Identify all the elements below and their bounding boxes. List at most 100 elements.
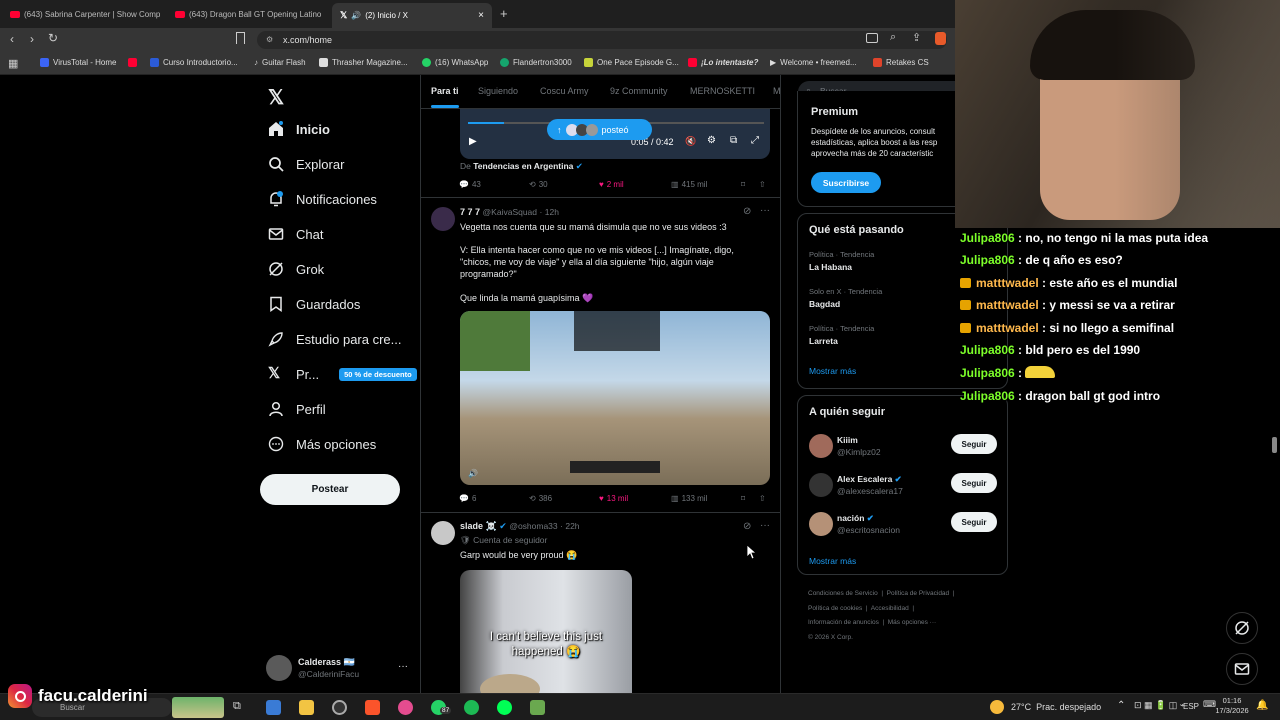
site-info-icon[interactable]: ⚙ <box>266 35 273 44</box>
nav-creator-studio[interactable]: Estudio para cre... <box>268 331 402 347</box>
file-explorer-icon[interactable] <box>299 700 314 715</box>
grok-icon[interactable]: ⊘ <box>743 521 751 532</box>
bookmark-thrasher[interactable]: Thrasher Magazine... <box>319 58 408 67</box>
bookmark-curso[interactable]: Curso Introductorio... <box>150 58 238 67</box>
trend-item[interactable]: Política · Tendencia La Habana <box>809 250 874 272</box>
author-handle[interactable]: @KaivaSquad <box>483 207 537 217</box>
more-dots-icon[interactable]: ··· <box>760 520 770 531</box>
avatar[interactable] <box>431 521 455 545</box>
tab-coscu-army[interactable]: Coscu Army <box>540 86 589 96</box>
play-icon[interactable]: ▶ <box>469 136 477 147</box>
reply-button[interactable]: 💬 43 <box>459 180 481 189</box>
tweet-video[interactable]: 🔊 <box>460 311 770 485</box>
reload-icon[interactable]: ↻ <box>48 31 58 45</box>
cast-icon[interactable] <box>866 33 878 43</box>
bookmark-page-icon[interactable] <box>236 32 245 44</box>
bookmark-retakes[interactable]: Retakes CS <box>873 58 929 67</box>
task-view-icon[interactable]: ⧉ <box>233 700 248 715</box>
like-button[interactable]: ♥ 13 mil <box>599 494 628 503</box>
source-link[interactable]: Tendencias en Argentina <box>473 161 573 171</box>
bookmark-freemed[interactable]: ▶ Welcome • freemed... <box>770 58 857 67</box>
volume-icon[interactable]: 🔊 <box>468 469 478 478</box>
tray-icons[interactable]: ⊡ ▦ 🔋 ◫ ⌁ <box>1134 700 1185 711</box>
tab-more[interactable]: M <box>773 86 781 96</box>
new-posts-pill[interactable]: ↑ posteó <box>547 119 652 140</box>
tab-for-you[interactable]: Para ti <box>431 86 459 108</box>
more-dots-icon[interactable]: ··· <box>760 205 770 216</box>
tab-mernosketti[interactable]: MERNOSKETTI <box>690 86 755 96</box>
nav-notifications[interactable]: Notificaciones <box>268 191 377 207</box>
app-icon[interactable] <box>398 700 413 715</box>
steam-icon[interactable] <box>332 700 347 715</box>
store-icon[interactable] <box>266 700 281 715</box>
repost-button[interactable]: ⟲ 386 <box>529 494 552 503</box>
nav-profile[interactable]: Perfil <box>268 401 326 417</box>
language-indicator[interactable]: ESP <box>1183 702 1199 711</box>
trend-item[interactable]: Solo en X · Tendencia Bagdad <box>809 287 882 309</box>
bookmark-flandertron[interactable]: Flandertron3000 <box>500 58 572 67</box>
footer-link[interactable]: Información de anuncios <box>808 619 879 626</box>
bookmark-lointentaste[interactable]: ¡Lo intentaste? <box>688 58 758 67</box>
more-dots-icon[interactable]: ··· <box>398 661 408 672</box>
share-icon[interactable]: ⇧ <box>759 180 766 189</box>
footer-link[interactable]: Condiciones de Servicio <box>808 590 878 597</box>
views-button[interactable]: ▥ 415 mil <box>671 180 707 189</box>
nav-premium[interactable]: 𝕏 Pr... 50 % de descuento <box>268 366 417 382</box>
mute-icon[interactable]: 🔇 <box>685 136 696 147</box>
tab-following[interactable]: Siguiendo <box>478 86 518 96</box>
tweet-time[interactable]: · 12h <box>540 207 559 217</box>
pip-icon[interactable]: ⧉ <box>730 135 737 146</box>
new-tab-icon[interactable]: + <box>500 6 508 21</box>
close-tab-icon[interactable]: × <box>478 10 484 21</box>
brave-shield-icon[interactable] <box>935 32 946 45</box>
bookmark-guitarflash[interactable]: ♪ Guitar Flash <box>254 58 306 67</box>
chevron-up-icon[interactable]: ⌃ <box>1117 700 1125 711</box>
fullscreen-icon[interactable]: ⤢ <box>751 135 759 146</box>
show-more-link[interactable]: Mostrar más <box>809 366 856 376</box>
bookmark-icon[interactable]: ⌑ <box>741 494 745 503</box>
tab-dragonball[interactable]: (643) Dragon Ball GT Opening Latino <box>167 3 332 25</box>
views-button[interactable]: ▥ 133 mil <box>671 494 707 503</box>
back-icon[interactable]: ‹ <box>10 32 14 46</box>
footer-link[interactable]: Accesibilidad <box>871 605 909 612</box>
author-name[interactable]: 7 7 7 <box>460 207 480 217</box>
brave-icon[interactable] <box>365 700 380 715</box>
zoom-icon[interactable]: ⌕ <box>890 31 896 44</box>
speaker-icon[interactable]: 🔊 <box>351 11 361 20</box>
bookmark-virustotal[interactable]: VirusTotal - Home <box>40 58 116 67</box>
bookmark-youtube[interactable] <box>128 58 137 67</box>
avatar[interactable] <box>431 207 455 231</box>
footer-link[interactable]: Política de cookies <box>808 605 862 612</box>
settings-icon[interactable]: ⚙ <box>707 135 716 146</box>
author-name[interactable]: slade ☠️ <box>460 521 497 531</box>
nav-chat[interactable]: Chat <box>268 226 323 242</box>
xbox-icon[interactable] <box>497 700 512 715</box>
minecraft-icon[interactable] <box>530 700 545 715</box>
messages-float-button[interactable] <box>1226 653 1258 685</box>
bookmark-icon[interactable]: ⌑ <box>741 180 745 189</box>
follow-suggestion[interactable]: Kiiim @Kimlpz02 Seguir <box>809 434 1005 462</box>
bookmark-onepace[interactable]: One Pace Episode G... <box>584 58 679 67</box>
share-icon[interactable]: ⇪ <box>912 31 921 44</box>
tweet-video[interactable]: I can't believe this just happened 😭 <box>460 570 632 693</box>
show-more-link[interactable]: Mostrar más <box>809 556 856 566</box>
author-handle[interactable]: @oshoma33 <box>509 521 557 531</box>
share-icon[interactable]: ⇧ <box>759 494 766 503</box>
bookmark-whatsapp[interactable]: (16) WhatsApp <box>422 58 488 67</box>
notifications-icon[interactable]: 🔔 <box>1256 700 1268 711</box>
nav-grok[interactable]: Grok <box>268 261 324 277</box>
follow-button[interactable]: Seguir <box>951 512 997 532</box>
page-scrollbar[interactable] <box>1272 437 1277 453</box>
url-field[interactable]: ⚙ x.com/home <box>257 31 947 49</box>
follow-button[interactable]: Seguir <box>951 434 997 454</box>
x-logo-icon[interactable]: 𝕏 <box>268 85 284 110</box>
nav-home[interactable]: Inicio <box>268 121 330 137</box>
weather-text[interactable]: 27°C Prac. despejado <box>1011 702 1101 712</box>
tab-sabrina[interactable]: (643) Sabrina Carpenter | Show Comp <box>2 3 167 25</box>
like-button[interactable]: ♥ 2 mil <box>599 180 624 189</box>
clock[interactable]: 01:16 17/3/2026 <box>1210 696 1254 716</box>
footer-link[interactable]: Más opciones ··· <box>888 619 936 626</box>
follow-button[interactable]: Seguir <box>951 473 997 493</box>
trend-item[interactable]: Política · Tendencia Larreta <box>809 324 874 346</box>
footer-link[interactable]: Política de Privacidad <box>887 590 950 597</box>
